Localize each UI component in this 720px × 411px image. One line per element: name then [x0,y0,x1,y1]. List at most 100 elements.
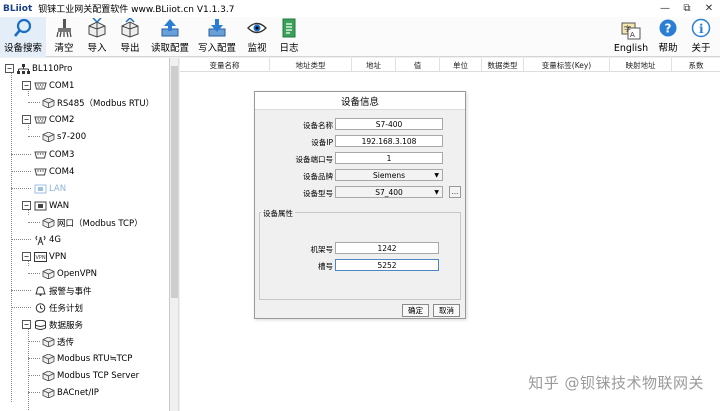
tree-item-data-service[interactable]: − 数据服务 [22,317,83,332]
tree-item-openvpn[interactable]: OpenVPN [42,266,97,281]
tree-item-modbus-rtu-tcp[interactable]: Modbus RTU≒TCP [42,351,132,366]
tree-item-4g[interactable]: 4G [34,232,61,247]
col-address[interactable]: 地址 [352,58,396,72]
minimize-button[interactable]: — [654,0,676,17]
device-attributes-label: 设备属性 [261,208,295,219]
col-data-type[interactable]: 数据类型 [482,58,524,72]
svg-text:VPN: VPN [36,255,46,261]
tree-scrollbar-thumb[interactable] [171,66,178,298]
ethernet-port-icon [34,184,47,193]
monitor-button[interactable]: 监视 [242,17,272,57]
serial-port-icon [34,168,47,175]
log-button[interactable]: 日志 [274,17,304,57]
tree-item-com3[interactable]: COM3 [34,147,74,162]
about-button[interactable]: i 关于 [686,17,716,57]
cube-icon [42,131,55,142]
tree-root-bl110pro[interactable]: − BL110Pro [5,61,72,76]
maximize-button[interactable]: ⧉ [676,0,698,17]
upload-arrow-icon [161,19,179,37]
tree-item-com4[interactable]: COM4 [34,164,74,179]
collapse-toggle[interactable]: − [22,320,31,329]
database-icon [35,319,46,330]
rack-label: 机架号 [310,245,334,254]
device-tree: − BL110Pro − COM1 RS485（Modbus RTU） − CO… [0,58,170,411]
download-arrow-icon [208,19,226,37]
vpn-icon: VPN [34,251,47,262]
device-ip-label: 设备IP [311,138,333,147]
dropdown-arrow-icon: ▼ [434,172,439,179]
col-mapping-address[interactable]: 映射地址 [610,58,672,72]
col-variable-name[interactable]: 变量名称 [180,58,270,72]
tree-item-rs485[interactable]: RS485（Modbus RTU） [42,95,154,110]
ethernet-port-icon [34,201,47,210]
eye-icon [247,22,267,34]
tree-item-modbus-tcp-server[interactable]: Modbus TCP Server [42,368,139,383]
col-variable-key[interactable]: 变量标签(Key) [524,58,610,72]
tree-item-wan[interactable]: − WAN [22,198,69,213]
col-unit[interactable]: 单位 [440,58,482,72]
tree-item-s7-200[interactable]: s7-200 [42,129,86,144]
device-port-label: 设备端口号 [295,155,334,164]
rack-input[interactable]: 1242 [335,242,439,254]
svg-text:?: ? [665,22,672,36]
col-value[interactable]: 值 [396,58,440,72]
help-icon: ? [659,19,677,37]
slot-input[interactable]: 5252 [335,259,439,271]
import-button[interactable]: 导入 [82,17,112,57]
tree-item-modbus-tcp[interactable]: 网口（Modbus TCP） [42,215,143,230]
device-model-label: 设备型号 [303,189,333,198]
tree-item-lan[interactable]: LAN [34,181,66,196]
slot-label: 槽号 [318,262,333,271]
network-icon [17,63,30,74]
serial-port-icon [34,116,47,123]
col-coefficient[interactable]: 系数 [672,58,720,72]
clock-icon [35,302,46,313]
close-button[interactable]: ✕ [698,0,720,17]
collapse-toggle[interactable]: − [22,252,31,261]
device-ip-input[interactable]: 192.168.3.108 [335,135,443,147]
device-model-select[interactable]: S7_400 ▼ [335,186,443,198]
tree-item-transparent[interactable]: 透传 [42,334,74,349]
toolbar: 设备搜索 清空 导入 导出 读取配置 写入配置 监视 日志 A字 English… [0,17,720,57]
serial-port-icon [34,151,47,158]
cancel-button[interactable]: 取消 [433,304,460,317]
english-button[interactable]: A字 English [612,17,650,57]
help-button[interactable]: ? 帮助 [654,17,682,57]
collapse-toggle[interactable]: − [5,64,14,73]
device-search-button[interactable]: 设备搜索 [0,17,46,57]
grid-header: 变量名称 地址类型 地址 值 单位 数据类型 变量标签(Key) 映射地址 系数 [180,58,720,72]
device-brand-select[interactable]: Siemens ▼ [335,169,443,181]
model-browse-button[interactable]: ... [449,186,461,198]
col-address-type[interactable]: 地址类型 [270,58,352,72]
device-name-label: 设备名称 [303,121,333,130]
clear-button[interactable]: 清空 [48,17,80,57]
tree-item-task[interactable]: 任务计划 [34,300,83,315]
collapse-toggle[interactable]: − [22,115,31,124]
svg-text:字: 字 [624,24,631,33]
app-logo: BLiiot [3,3,33,14]
collapse-toggle[interactable]: − [22,81,31,90]
write-config-button[interactable]: 写入配置 [194,17,240,57]
broom-icon [56,19,72,38]
export-box-icon [121,18,139,38]
tree-item-com1[interactable]: − COM1 [22,78,74,93]
tree-item-alarm[interactable]: 报警与事件 [34,283,92,298]
export-button[interactable]: 导出 [114,17,146,57]
alarm-icon [35,285,46,296]
cube-icon [42,336,55,347]
device-brand-label: 设备品牌 [303,172,333,181]
device-port-input[interactable]: 1 [335,152,443,164]
device-name-input[interactable]: S7-400 [335,118,443,130]
tree-item-bacnet-ip[interactable]: BACnet/IP [42,385,99,400]
serial-port-icon [34,82,47,89]
tree-item-com2[interactable]: − COM2 [22,112,74,127]
collapse-toggle[interactable]: − [22,201,31,210]
search-icon [14,18,32,37]
dialog-title: 设备信息 [255,92,465,110]
read-config-button[interactable]: 读取配置 [148,17,192,57]
ok-button[interactable]: 确定 [402,304,429,317]
import-box-icon [88,18,106,38]
language-icon: A字 [621,22,641,40]
tree-item-vpn[interactable]: − VPN VPN [22,249,66,264]
tree-scrollbar[interactable] [170,58,179,411]
